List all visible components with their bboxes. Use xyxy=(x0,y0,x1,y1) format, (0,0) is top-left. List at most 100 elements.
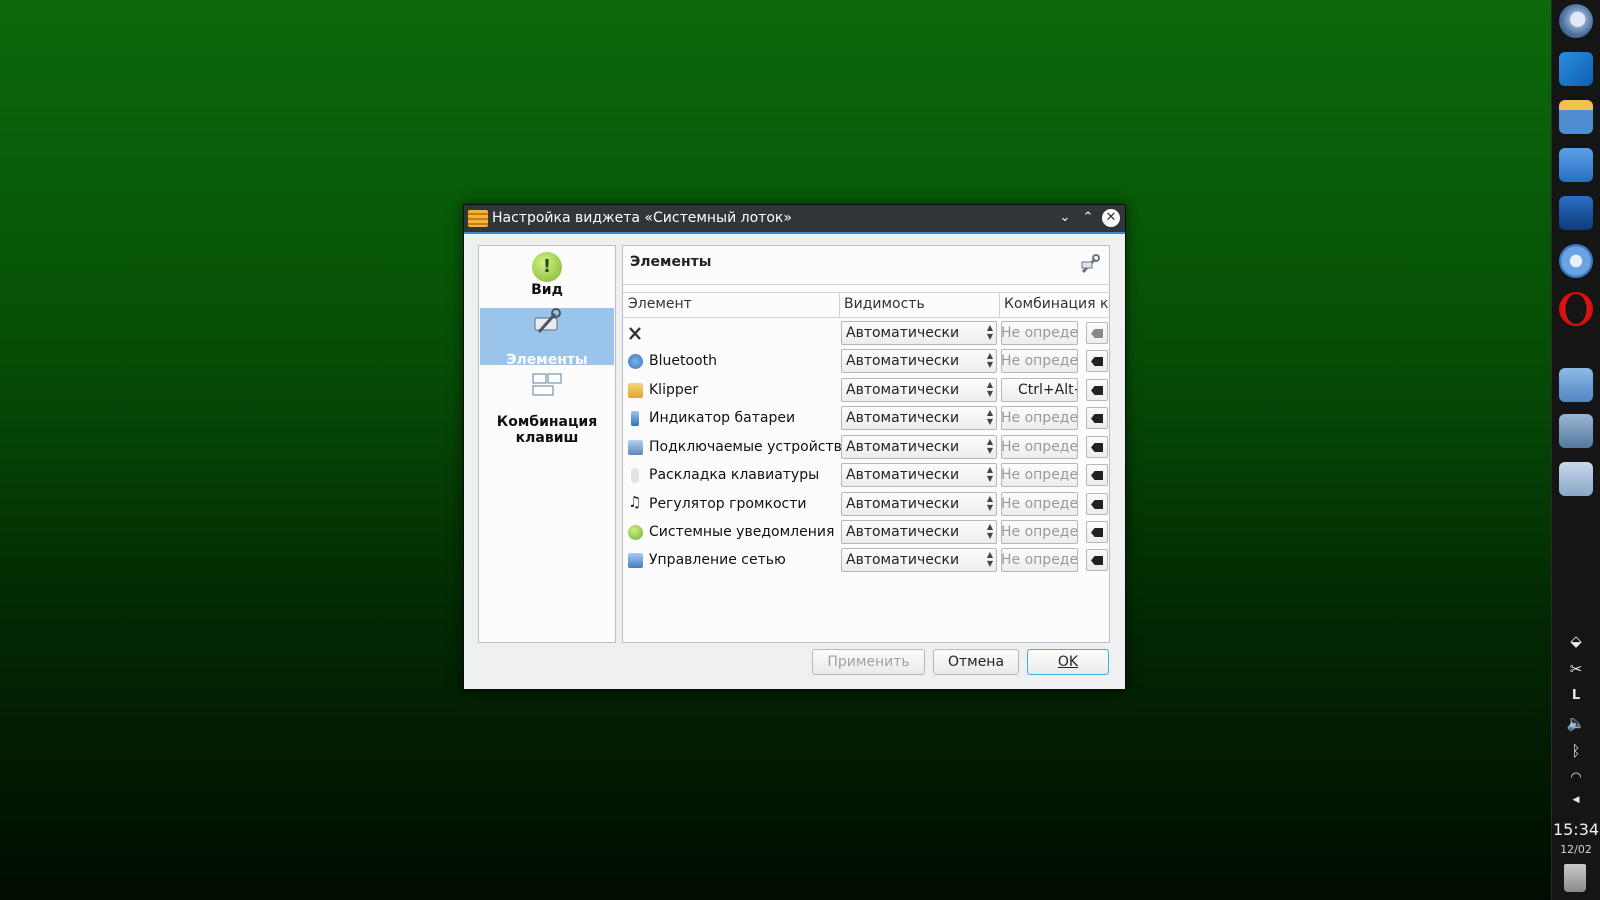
music-note-icon: ♫ xyxy=(628,493,642,511)
clock-date[interactable]: 12/02 xyxy=(1552,843,1600,856)
updown-arrows-icon: ▲ ▼ xyxy=(986,437,993,455)
shortcut-field[interactable]: Не определено xyxy=(1001,548,1078,572)
visibility-select[interactable]: Автоматически ▲ ▼ xyxy=(841,463,997,487)
text-editor-launcher-icon[interactable] xyxy=(1559,148,1593,182)
table-row[interactable]: Раскладка клавиатуры Автоматически ▲ ▼ Не … xyxy=(623,462,1109,490)
clipboard-scissors-icon[interactable]: ✂ xyxy=(1552,660,1600,678)
visibility-value: Автоматически xyxy=(846,524,960,540)
column-header-entry[interactable]: Элемент xyxy=(628,296,692,312)
bluetooth-icon xyxy=(628,354,643,369)
column-header-shortcut[interactable]: Комбинация к xyxy=(1004,296,1109,312)
table-row[interactable]: Bluetooth Автоматически ▲▼ Не определено xyxy=(623,348,1109,376)
sidebar-item-entries[interactable]: Элементы xyxy=(480,308,614,368)
tray-expand-arrow-icon[interactable]: ◀ xyxy=(1552,795,1600,805)
shortcut-field[interactable]: Ctrl+Alt+V xyxy=(1001,378,1078,402)
table-row[interactable]: Управление сетью Автоматически ▲ ▼ Не опре… xyxy=(623,547,1109,575)
dialog-title: Настройка виджета «Системный лоток» xyxy=(492,210,792,226)
apply-button[interactable]: Применить xyxy=(812,649,925,675)
visibility-value: Автоматически xyxy=(846,410,960,426)
keyboard-layout-indicator[interactable]: L xyxy=(1552,688,1600,703)
clear-shortcut-button[interactable] xyxy=(1086,322,1108,344)
shortcut-field[interactable]: Не определено xyxy=(1001,321,1078,345)
shortcut-field[interactable]: Не определено xyxy=(1001,349,1078,373)
minimize-chevron-icon[interactable]: ⌄ xyxy=(1056,209,1074,227)
visibility-select[interactable]: Автоматически ▲ ▼ xyxy=(841,548,997,572)
entry-label: Klipper xyxy=(649,382,699,398)
bluetooth-tray-icon[interactable]: ᛒ xyxy=(1552,742,1600,760)
entry-label: Системные уведомления xyxy=(649,524,835,540)
shortcut-field[interactable]: Не определено xyxy=(1001,406,1078,430)
visibility-select[interactable]: Автоматически ▲ ▼ xyxy=(841,406,997,430)
table-row[interactable]: Klipper Автоматически ▲▼ Ctrl+Alt+V xyxy=(623,377,1109,405)
shortcut-value: Не определено xyxy=(1001,524,1078,540)
column-divider xyxy=(999,293,1000,317)
column-header-visibility[interactable]: Видимость xyxy=(844,296,925,312)
cancel-button[interactable]: Отмена xyxy=(933,649,1019,675)
clear-shortcut-button[interactable] xyxy=(1086,521,1108,543)
clear-shortcut-button[interactable] xyxy=(1086,436,1108,458)
visibility-select[interactable]: Автоматически ▲ ▼ xyxy=(841,378,997,402)
visibility-select[interactable]: Автоматически ▲ ▼ xyxy=(841,520,997,544)
terminal-launcher-icon[interactable] xyxy=(1559,196,1593,230)
page-header: Элементы xyxy=(623,246,1109,285)
sidebar-item-view[interactable]: ! Вид xyxy=(480,252,614,306)
table-row[interactable]: Индикатор батареи Автоматически ▲ ▼ Не опр… xyxy=(623,405,1109,433)
backspace-icon xyxy=(1091,528,1103,537)
visibility-select[interactable]: Автоматически ▲ ▼ xyxy=(841,349,997,373)
mixer-launcher-icon[interactable] xyxy=(1559,462,1593,496)
notification-icon xyxy=(628,525,643,540)
wifi-icon[interactable]: ◠ xyxy=(1552,770,1600,785)
shortcut-field[interactable]: Не определено xyxy=(1001,520,1078,544)
shortcut-field[interactable]: Не определено xyxy=(1001,435,1078,459)
visibility-value: Автоматически xyxy=(846,439,960,455)
table-row[interactable]: ♫ Регулятор громкости Автоматически ▲ ▼ Не… xyxy=(623,491,1109,519)
backspace-icon xyxy=(1091,500,1103,509)
browser-launcher-icon[interactable] xyxy=(1559,244,1593,278)
desktop-panel: ⬙ ✂ L 🔈 ᛒ ◠ ◀ 15:34 12/02 xyxy=(1551,0,1600,900)
table-row[interactable]: Системные уведомления Автоматически ▲ ▼ Не… xyxy=(623,519,1109,547)
volume-icon[interactable]: 🔈 xyxy=(1552,714,1600,732)
column-divider xyxy=(839,293,840,317)
ok-button[interactable]: OK xyxy=(1027,649,1109,675)
visibility-select[interactable]: Автоматически ▲ ▼ xyxy=(841,435,997,459)
opera-launcher-icon[interactable] xyxy=(1559,292,1593,326)
clipboard-icon xyxy=(628,383,643,398)
shortcut-field[interactable]: Не определено xyxy=(1001,463,1078,487)
sidebar-item-shortcuts[interactable]: Комбинация клавиш xyxy=(480,372,614,446)
clock-time[interactable]: 15:34 xyxy=(1552,820,1600,839)
clear-shortcut-button[interactable] xyxy=(1086,379,1108,401)
backspace-icon xyxy=(1091,556,1103,565)
disk-utility-launcher-icon[interactable] xyxy=(1559,368,1593,402)
visibility-select[interactable]: Автоматически ▲ ▼ xyxy=(841,492,997,516)
close-icon[interactable]: ✕ xyxy=(1102,209,1120,227)
entry-label: Регулятор громкости xyxy=(649,496,807,512)
virtualbox-launcher-icon[interactable] xyxy=(1559,52,1593,86)
entries-page: Элементы Элемент Видимость Комбинация к … xyxy=(622,245,1110,643)
maximize-chevron-icon[interactable]: ⌃ xyxy=(1079,209,1097,227)
firefox-launcher-icon[interactable] xyxy=(1559,4,1593,38)
visibility-value: Автоматически xyxy=(846,552,960,568)
clear-shortcut-button[interactable] xyxy=(1086,464,1108,486)
shortcut-field[interactable]: Не определено xyxy=(1001,492,1078,516)
removable-device-icon xyxy=(628,440,643,455)
sidebar-item-label: Комбинация xyxy=(496,414,598,430)
table-row[interactable]: Автоматически ▲▼ Не определено xyxy=(623,320,1109,348)
visibility-value: Автоматически xyxy=(846,467,960,483)
updown-arrows-icon: ▲ ▼ xyxy=(986,550,993,568)
trash-icon[interactable] xyxy=(1564,864,1586,892)
shortcut-value: Не определено xyxy=(1001,467,1078,483)
entry-label: Индикатор батареи xyxy=(649,410,796,426)
title-bar[interactable]: Настройка виджета «Системный лоток» ⌄ ⌃ … xyxy=(464,205,1125,234)
clear-shortcut-button[interactable] xyxy=(1086,493,1108,515)
system-settings-launcher-icon[interactable] xyxy=(1559,414,1593,448)
clear-shortcut-button[interactable] xyxy=(1086,350,1108,372)
dropbox-icon[interactable]: ⬙ xyxy=(1552,632,1600,650)
table-row[interactable]: Подключаемые устройства Автоматически ▲ ▼ … xyxy=(623,434,1109,462)
visibility-select[interactable]: Автоматически ▲ ▼ xyxy=(841,321,997,345)
entry-label: Подключаемые устройства xyxy=(649,439,851,455)
clear-shortcut-button[interactable] xyxy=(1086,407,1108,429)
file-manager-launcher-icon[interactable] xyxy=(1559,100,1593,134)
clear-shortcut-button[interactable] xyxy=(1086,549,1108,571)
updown-arrows-icon: ▲ ▼ xyxy=(986,494,993,512)
backspace-icon xyxy=(1091,329,1103,338)
